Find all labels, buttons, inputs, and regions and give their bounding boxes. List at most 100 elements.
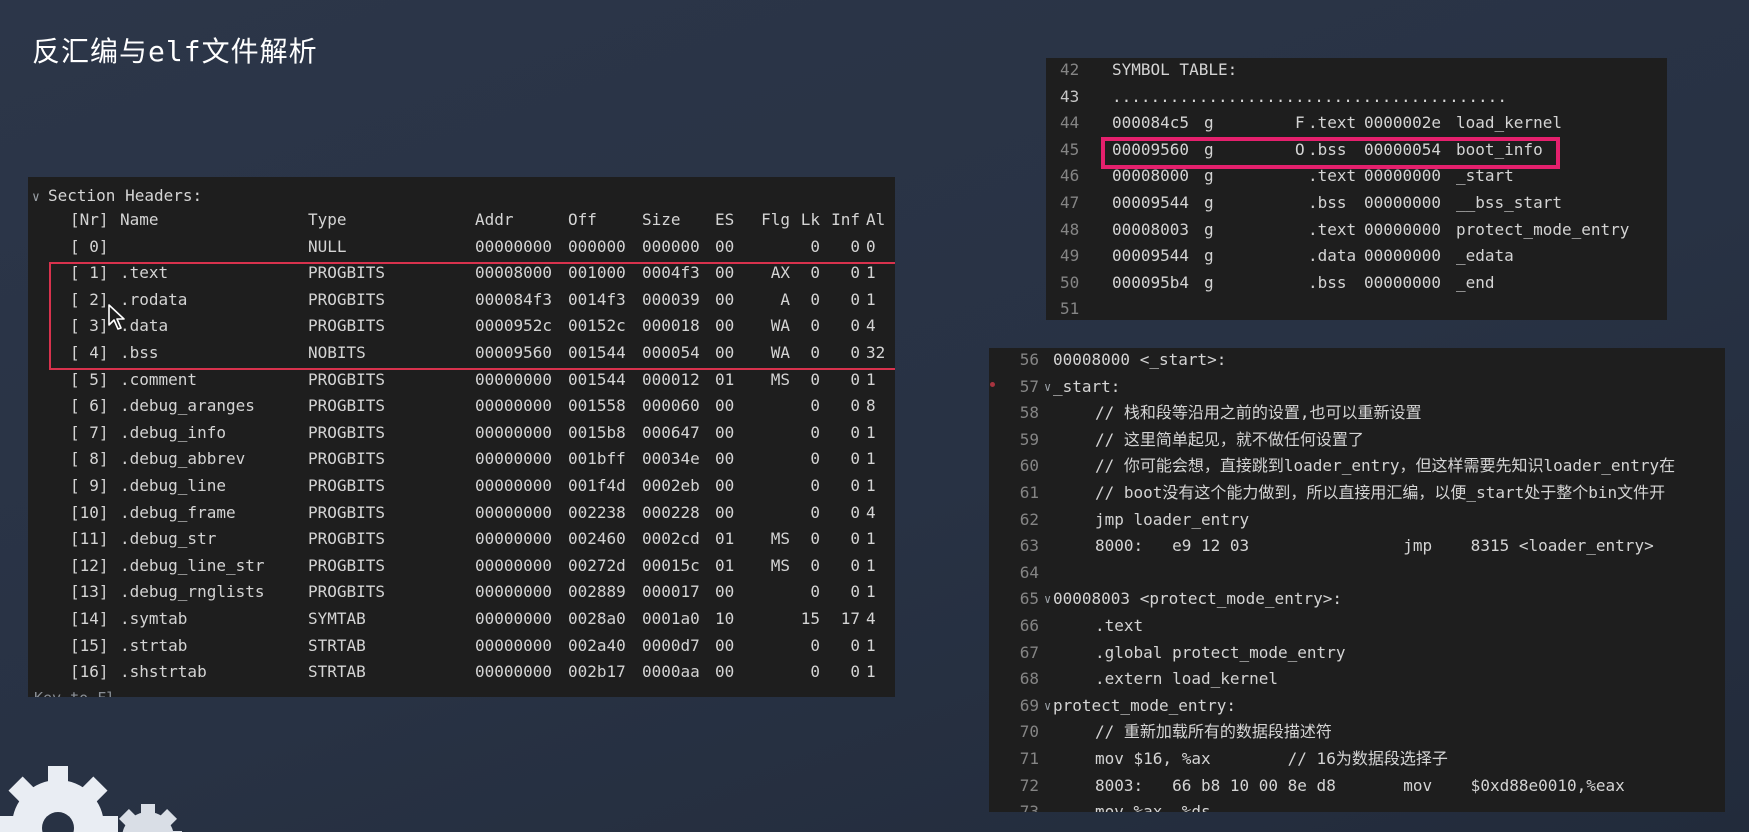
code-line[interactable]: 59 // 这里简单起见，就不做任何设置了 [989,427,1725,454]
section-row[interactable]: [ 9] .debug_line PROGBITS 00000000 001f4d 000… [28,473,895,500]
section-addr: 00000000 [475,449,553,469]
section-row[interactable]: [ 0] NULL 00000000 000000 000000 00 0 0 0 [28,234,895,261]
section-inf: 0 [850,422,860,442]
code-text: mov $16, %ax // 16为数据段选择子 [1095,749,1448,768]
section-nr: [12] [70,555,109,575]
code-line[interactable]: 62 jmp loader_entry [989,507,1725,534]
symbol-row[interactable]: 51 [1046,296,1667,320]
section-addr: 00000000 [475,555,553,575]
line-number: 48 [1060,219,1080,239]
symbol-highlight-box [1101,137,1560,169]
code-line[interactable]: 71 mov $16, %ax // 16为数据段选择子 [989,746,1725,773]
section-name: .debug_line_str [120,555,265,575]
section-nr: [16] [70,662,109,682]
line-number: 50 [1060,272,1080,292]
section-row[interactable]: [14] .symtab SYMTAB 00000000 0028a0 0001a0 10 1… [28,606,895,633]
section-al: 1 [866,369,876,389]
code-line[interactable]: 68 .extern load_kernel [989,666,1725,693]
line-number: 61 [1019,483,1039,502]
section-al: 1 [866,555,876,575]
code-line[interactable]: 73 mov %ax, %ds [989,799,1725,812]
section-type: STRTAB [308,662,366,682]
section-off: 001558 [568,396,626,416]
code-line[interactable]: 69 ∨ protect_mode_entry: [989,693,1725,720]
code-text: mov %ax, %ds [1095,802,1211,812]
section-es: 01 [715,369,735,389]
code-line[interactable]: 61 // boot没有这个能力做到，所以直接用汇编，以便_start处于整个bi… [989,480,1725,507]
section-inf: 0 [850,396,860,416]
line-number: 59 [1019,429,1039,449]
section-row[interactable]: [15] .strtab STRTAB 00000000 002a40 0000d7 00 0… [28,633,895,660]
section-inf: 0 [850,662,860,682]
symbol-row[interactable]: 49 00009544 g .data 00000000 _edata [1046,243,1667,270]
symbol-row[interactable]: 44 000084c5 g F .text 0000002e load_kernel [1046,110,1667,137]
section-off: 001544 [568,369,626,389]
section-row[interactable]: [13] .debug_rnglists PROGBITS 00000000 00288… [28,579,895,606]
section-row[interactable]: [ 6] .debug_aranges PROGBITS 00000000 001558… [28,393,895,420]
section-off: 002b17 [568,662,626,682]
code-line[interactable]: 67 .global protect_mode_entry [989,640,1725,667]
section-addr: 00000000 [475,582,553,602]
code-line[interactable]: 66 .text [989,613,1725,640]
symbol-row[interactable]: 42 SYMBOL TABLE: [1046,58,1667,84]
symbol-g: g [1204,246,1214,266]
header-inf: Inf [831,210,860,229]
fold-chevron-icon[interactable]: ∨ [1044,374,1051,401]
section-headers-panel: ∨ Section Headers: [Nr] Name Type Addr Off Siz… [28,177,895,697]
code-text: // 重新加载所有的数据段描述符 [1095,722,1332,742]
code-text: _start: [1053,376,1121,396]
section-row[interactable]: [ 7] .debug_info PROGBITS 00000000 0015b8 000… [28,420,895,447]
section-addr: 00000000 [475,396,553,416]
section-type: STRTAB [308,635,366,655]
code-line[interactable]: 58 // 栈和段等沿用之前的设置,也可以重新设置 [989,400,1725,427]
symbol-size: 00000000 [1364,193,1442,212]
section-off: 00272d [568,555,626,575]
symbol-table-panel: 42 SYMBOL TABLE: 43.......................… [1046,58,1667,320]
code-line[interactable]: 70 // 重新加载所有的数据段描述符 [989,719,1725,746]
section-row[interactable]: [16] .shstrtab STRTAB 00000000 002b17 0000aa 0… [28,659,895,686]
section-row[interactable]: [ 8] .debug_abbrev PROGBITS 00000000 001bff 0… [28,446,895,473]
section-row[interactable]: [ 5] .comment PROGBITS 00000000 001544 000012… [28,367,895,394]
symbol-sec: .bss [1308,272,1347,292]
code-text: 8003: 66 b8 10 00 8e d8 mov $0xd88e0010,… [1095,775,1625,795]
section-size: 0001a0 [642,609,700,628]
section-addr: 00000000 [475,502,553,522]
fold-chevron-icon[interactable]: ∨ [1044,693,1051,720]
symbol-row[interactable]: 47 00009544 g .bss 00000000 __bss_start [1046,190,1667,217]
fold-chevron-icon[interactable]: ∨ [1044,586,1051,613]
section-row[interactable]: [11] .debug_str PROGBITS 00000000 002460 0002… [28,526,895,553]
section-al: 1 [866,582,876,602]
code-line[interactable]: 56 00008000 <_start>: [989,348,1725,374]
code-line[interactable]: 65 ∨ 00008003 <protect_mode_entry>: [989,586,1725,613]
section-inf: 0 [850,476,860,495]
section-al: 1 [866,476,876,495]
section-inf: 0 [850,635,860,655]
section-off: 002238 [568,502,626,522]
section-off: 0015b8 [568,422,626,442]
section-type: PROGBITS [308,476,386,495]
section-headers-heading[interactable]: ∨ Section Headers: [32,185,202,207]
line-number: 47 [1060,193,1080,212]
section-row[interactable]: [10] .debug_frame PROGBITS 00000000 002238 00… [28,500,895,527]
chevron-down-icon[interactable]: ∨ [32,187,48,209]
symbol-row[interactable]: 43......................................… [1046,84,1667,111]
section-off: 001bff [568,449,626,469]
code-line[interactable]: 57 ∨ _start: [989,374,1725,401]
section-name: .comment [120,369,198,389]
section-size: 00034e [642,449,700,469]
section-es: 00 [715,236,735,256]
symbol-row[interactable]: 48 00008003 g .text 00000000 protect_mode_ent… [1046,217,1667,244]
code-line[interactable]: 72 8003: 66 b8 10 00 8e d8 mov $0xd88e001… [989,773,1725,800]
section-es: 00 [715,635,735,655]
header-size: Size [642,210,681,229]
section-inf: 17 [840,609,860,628]
code-line[interactable]: 63 8000: e9 12 03 jmp 8315 <loader_entry> [989,533,1725,560]
section-nr: [ 7] [70,422,109,442]
code-line[interactable]: 60 // 你可能会想，直接跳到loader_entry，但这样需要先知识load… [989,453,1725,480]
section-size: 000060 [642,396,700,416]
code-line[interactable]: 64 [989,560,1725,587]
code-text: // 栈和段等沿用之前的设置,也可以重新设置 [1095,403,1422,423]
section-row[interactable]: [12] .debug_line_str PROGBITS 00000000 00272… [28,553,895,580]
code-text: 00008000 <_start>: [1053,350,1227,369]
symbol-row[interactable]: 50 000095b4 g .bss 00000000 _end [1046,270,1667,297]
